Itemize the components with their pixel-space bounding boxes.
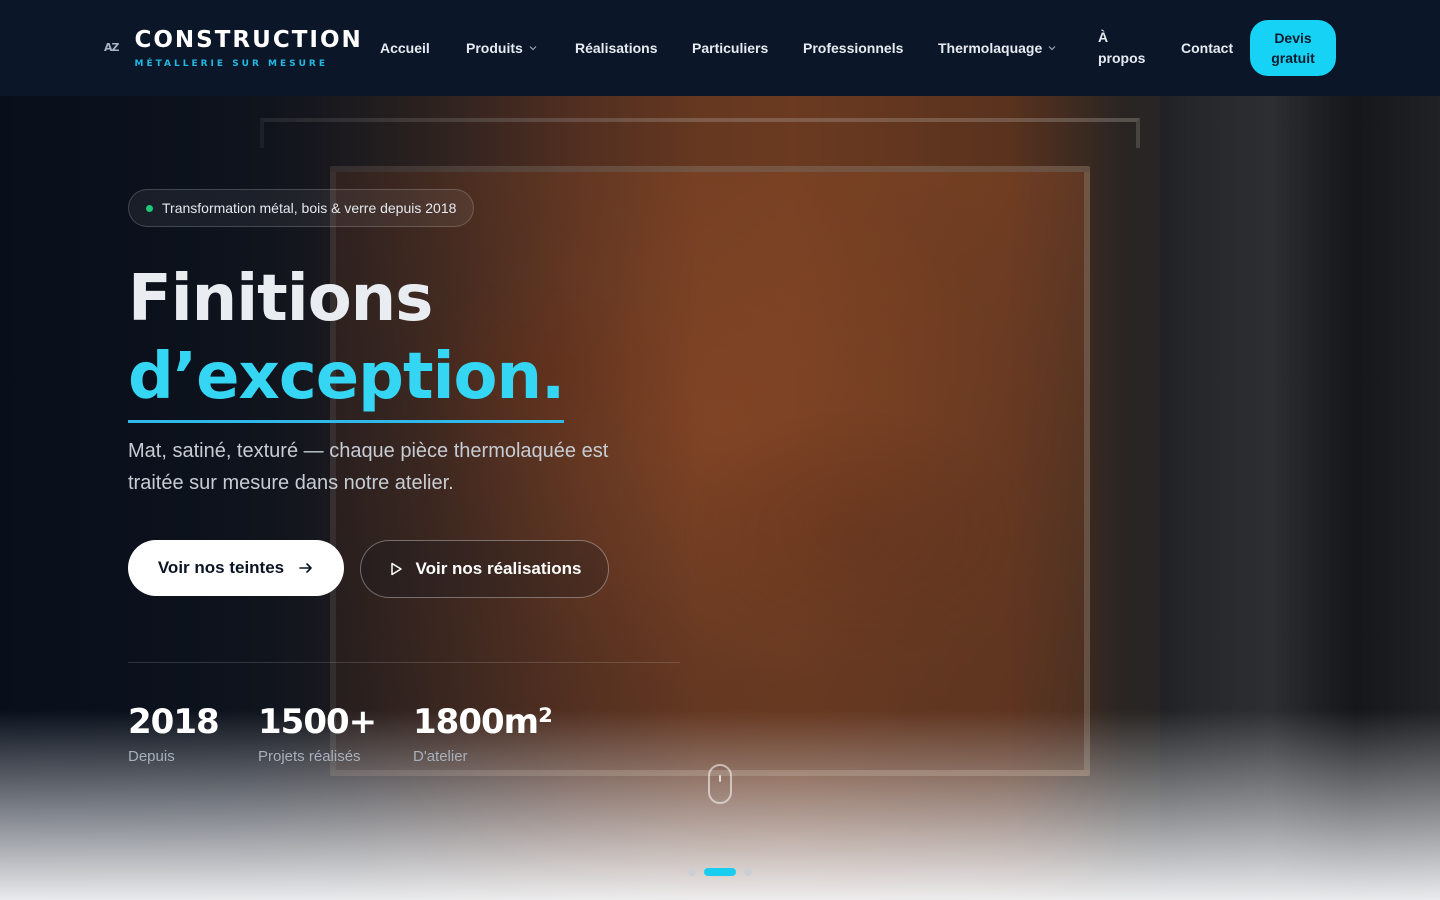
nav-item-label: Accueil — [380, 40, 430, 56]
play-icon — [390, 562, 402, 576]
site-header: AZ CONSTRUCTION MÉTALLERIE SUR MESURE Ac… — [0, 0, 1440, 96]
stat-item: 2018 Depuis — [128, 702, 220, 765]
nav-item-label-line1: À — [1098, 29, 1109, 45]
nav-item-professionnels[interactable]: Professionnels — [803, 38, 903, 58]
chevron-down-icon — [529, 46, 537, 51]
logo-text: CONSTRUCTION MÉTALLERIE SUR MESURE — [135, 26, 363, 69]
mouse-scroll-icon[interactable] — [708, 764, 732, 804]
chevron-down-icon — [1048, 46, 1056, 51]
arrow-right-icon — [299, 563, 312, 573]
stat-value: 1500+ — [258, 702, 377, 742]
stat-label: Depuis — [128, 748, 175, 765]
logo-mark-text: AZ — [104, 41, 119, 54]
devis-gratuit-button[interactable]: Devis gratuit — [1250, 20, 1336, 76]
nav-item-label-line2: propos — [1098, 50, 1146, 66]
nav-item-label: Réalisations — [575, 40, 658, 56]
nav-item-thermolaquage[interactable]: Thermolaquage — [938, 38, 1056, 58]
hero-title: Finitions d’exception. — [128, 260, 565, 426]
nav-item-label: Thermolaquage — [938, 40, 1043, 56]
hero-title-line1: Finitions — [128, 262, 433, 336]
stat-value: 1800m² — [413, 702, 553, 742]
status-dot-icon — [146, 204, 153, 212]
slider-dot-active[interactable] — [704, 868, 736, 876]
voir-realisations-label: Voir nos réalisations — [415, 559, 582, 578]
stat-item: 1800m² D'atelier — [413, 702, 553, 765]
hero-subtitle: Mat, satiné, texturé — chaque pièce ther… — [128, 440, 609, 494]
nav-item-accueil[interactable]: Accueil — [380, 38, 430, 58]
voir-teintes-label: Voir nos teintes — [157, 558, 285, 577]
stat-label: Projets réalisés — [258, 748, 361, 765]
nav-item-produits[interactable]: Produits — [466, 38, 537, 58]
stat-value: 2018 — [128, 702, 220, 742]
nav-item-particuliers[interactable]: Particuliers — [692, 38, 768, 58]
hero-divider — [128, 662, 680, 663]
logo[interactable]: AZ CONSTRUCTION MÉTALLERIE SUR MESURE — [104, 26, 363, 69]
voir-teintes-button[interactable]: Voir nos teintes — [128, 540, 344, 596]
nav-item-label: Professionnels — [803, 40, 904, 56]
logo-title: CONSTRUCTION — [134, 27, 363, 53]
nav-item-a-propos[interactable]: À propos — [1098, 27, 1145, 69]
voir-realisations-button[interactable]: Voir nos réalisations — [360, 540, 609, 598]
nav-item-label: Produits — [466, 40, 523, 56]
slider-dots — [688, 868, 752, 876]
slider-dot[interactable] — [688, 868, 696, 876]
slider-dot[interactable] — [744, 868, 752, 876]
hero-badge: Transformation métal, bois & verre depui… — [128, 189, 475, 227]
scroll-wheel — [719, 775, 721, 782]
cta-label-line2: gratuit — [1271, 50, 1315, 66]
logo-subtitle: MÉTALLERIE SUR MESURE — [134, 59, 329, 69]
cta-label-line1: Devis — [1274, 30, 1312, 46]
logo-mark: AZ — [104, 41, 119, 54]
nav-item-contact[interactable]: Contact — [1181, 38, 1233, 58]
nav-item-label: Contact — [1181, 40, 1234, 56]
nav-item-label: Particuliers — [692, 40, 769, 56]
hero-section: Transformation métal, bois & verre depui… — [0, 96, 1440, 900]
stat-item: 1500+ Projets réalisés — [258, 702, 377, 765]
hero-title-line2: d’exception. — [128, 338, 565, 423]
hero-badge-text: Transformation métal, bois & verre depui… — [162, 200, 457, 216]
nav-item-realisations[interactable]: Réalisations — [575, 38, 657, 58]
stat-label: D'atelier — [413, 748, 468, 765]
